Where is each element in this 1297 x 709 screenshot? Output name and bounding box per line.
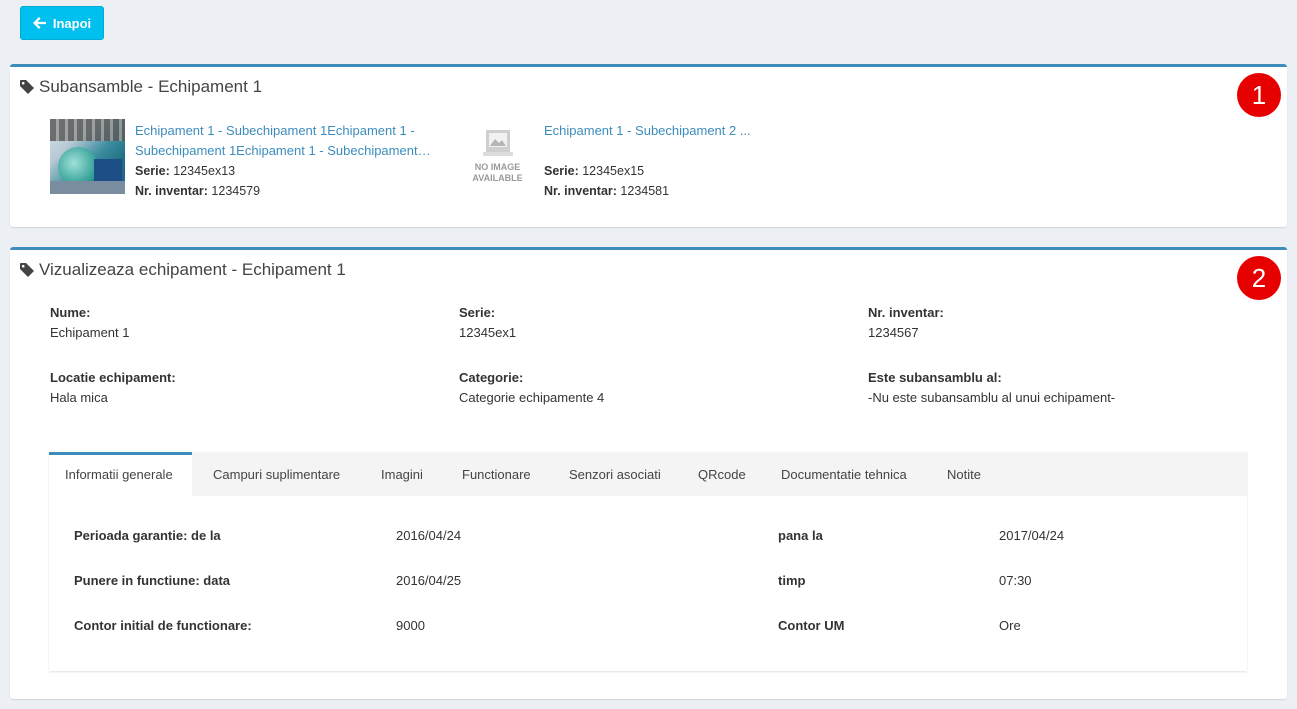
subansamble-link[interactable]: Echipament 1 - Subechipament 1Echipament… (135, 121, 435, 161)
back-button-label: Inapoi (52, 15, 92, 31)
tab-campuri-suplimentare[interactable]: Campuri suplimentare (213, 452, 340, 496)
badge-2: 2 (1237, 256, 1281, 300)
field-nr-inventar: Nr. inventar: 1234567 (868, 305, 944, 340)
garantie-start-value: 2016/04/24 (396, 528, 462, 543)
vizualizeaza-title: Vizualizeaza echipament - Echipament 1 (20, 260, 346, 280)
garantie-end-label: pana la (778, 528, 823, 543)
field-subansamblu: Este subansamblu al: -Nu este subansambl… (868, 370, 1116, 405)
tab-imagini[interactable]: Imagini (381, 452, 423, 496)
tag-icon (20, 263, 34, 277)
tab-senzori-asociati[interactable]: Senzori asociati (569, 452, 661, 496)
no-image-placeholder[interactable]: NO IMAGE AVAILABLE (460, 119, 535, 194)
subansamble-title: Subansamble - Echipament 1 (20, 77, 262, 97)
punere-functiune-data-value: 2016/04/25 (396, 573, 462, 588)
contor-initial-label: Contor initial de functionare: (74, 618, 252, 633)
punere-functiune-label: Punere in functiune: data (74, 573, 231, 588)
serie-line: Serie: 12345ex15 (544, 164, 645, 178)
back-button[interactable]: Inapoi (20, 6, 104, 40)
tab-functionare[interactable]: Functionare (462, 452, 531, 496)
field-serie: Serie: 12345ex1 (459, 305, 517, 340)
badge-1: 1 (1237, 73, 1281, 117)
subansamble-panel: Subansamble - Echipament 1 1 Echipament … (10, 64, 1287, 227)
arrow-left-icon (32, 17, 46, 29)
no-image-text-1: NO IMAGE (474, 161, 521, 172)
tab-qrcode[interactable]: QRcode (698, 452, 746, 496)
tab-bar: Informatii generale Campuri suplimentare… (49, 452, 1247, 496)
equipment-thumbnail[interactable] (50, 119, 125, 194)
image-icon (482, 129, 513, 156)
tab-notite[interactable]: Notite (947, 452, 981, 496)
subansamble-link[interactable]: Echipament 1 - Subechipament 2 ... (544, 121, 844, 161)
field-categorie: Categorie: Categorie echipamente 4 (459, 370, 605, 405)
contor-initial-value: 9000 (396, 618, 425, 633)
subansamble-title-text: Subansamble - Echipament 1 (39, 77, 263, 96)
vizualizeaza-panel: Vizualizeaza echipament - Echipament 1 2… (10, 247, 1287, 699)
no-image-text-2: AVAILABLE (472, 172, 523, 183)
tabs-panel: Informatii generale Campuri suplimentare… (49, 452, 1247, 671)
inventar-line: Nr. inventar: 1234579 (135, 184, 261, 198)
serie-line: Serie: 12345ex13 (135, 164, 236, 178)
inventar-line: Nr. inventar: 1234581 (544, 184, 670, 198)
garantie-end-value: 2017/04/24 (999, 528, 1065, 543)
contor-um-value: Ore (999, 618, 1021, 633)
field-locatie: Locatie echipament: Hala mica (50, 370, 176, 405)
contor-um-label: Contor UM (778, 618, 845, 633)
garantie-label: Perioada garantie: de la (74, 528, 221, 543)
vizualizeaza-title-text: Vizualizeaza echipament - Echipament 1 (39, 260, 346, 279)
timp-value: 07:30 (999, 573, 1032, 588)
tab-informatii-generale[interactable]: Informatii generale (49, 452, 192, 496)
field-nume: Nume: Echipament 1 (50, 305, 130, 340)
tab-documentatie-tehnica[interactable]: Documentatie tehnica (781, 452, 907, 496)
timp-label: timp (778, 573, 806, 588)
tag-icon (20, 80, 34, 94)
tab-content-informatii-generale: Perioada garantie: de la 2016/04/24 pana… (49, 496, 1247, 671)
